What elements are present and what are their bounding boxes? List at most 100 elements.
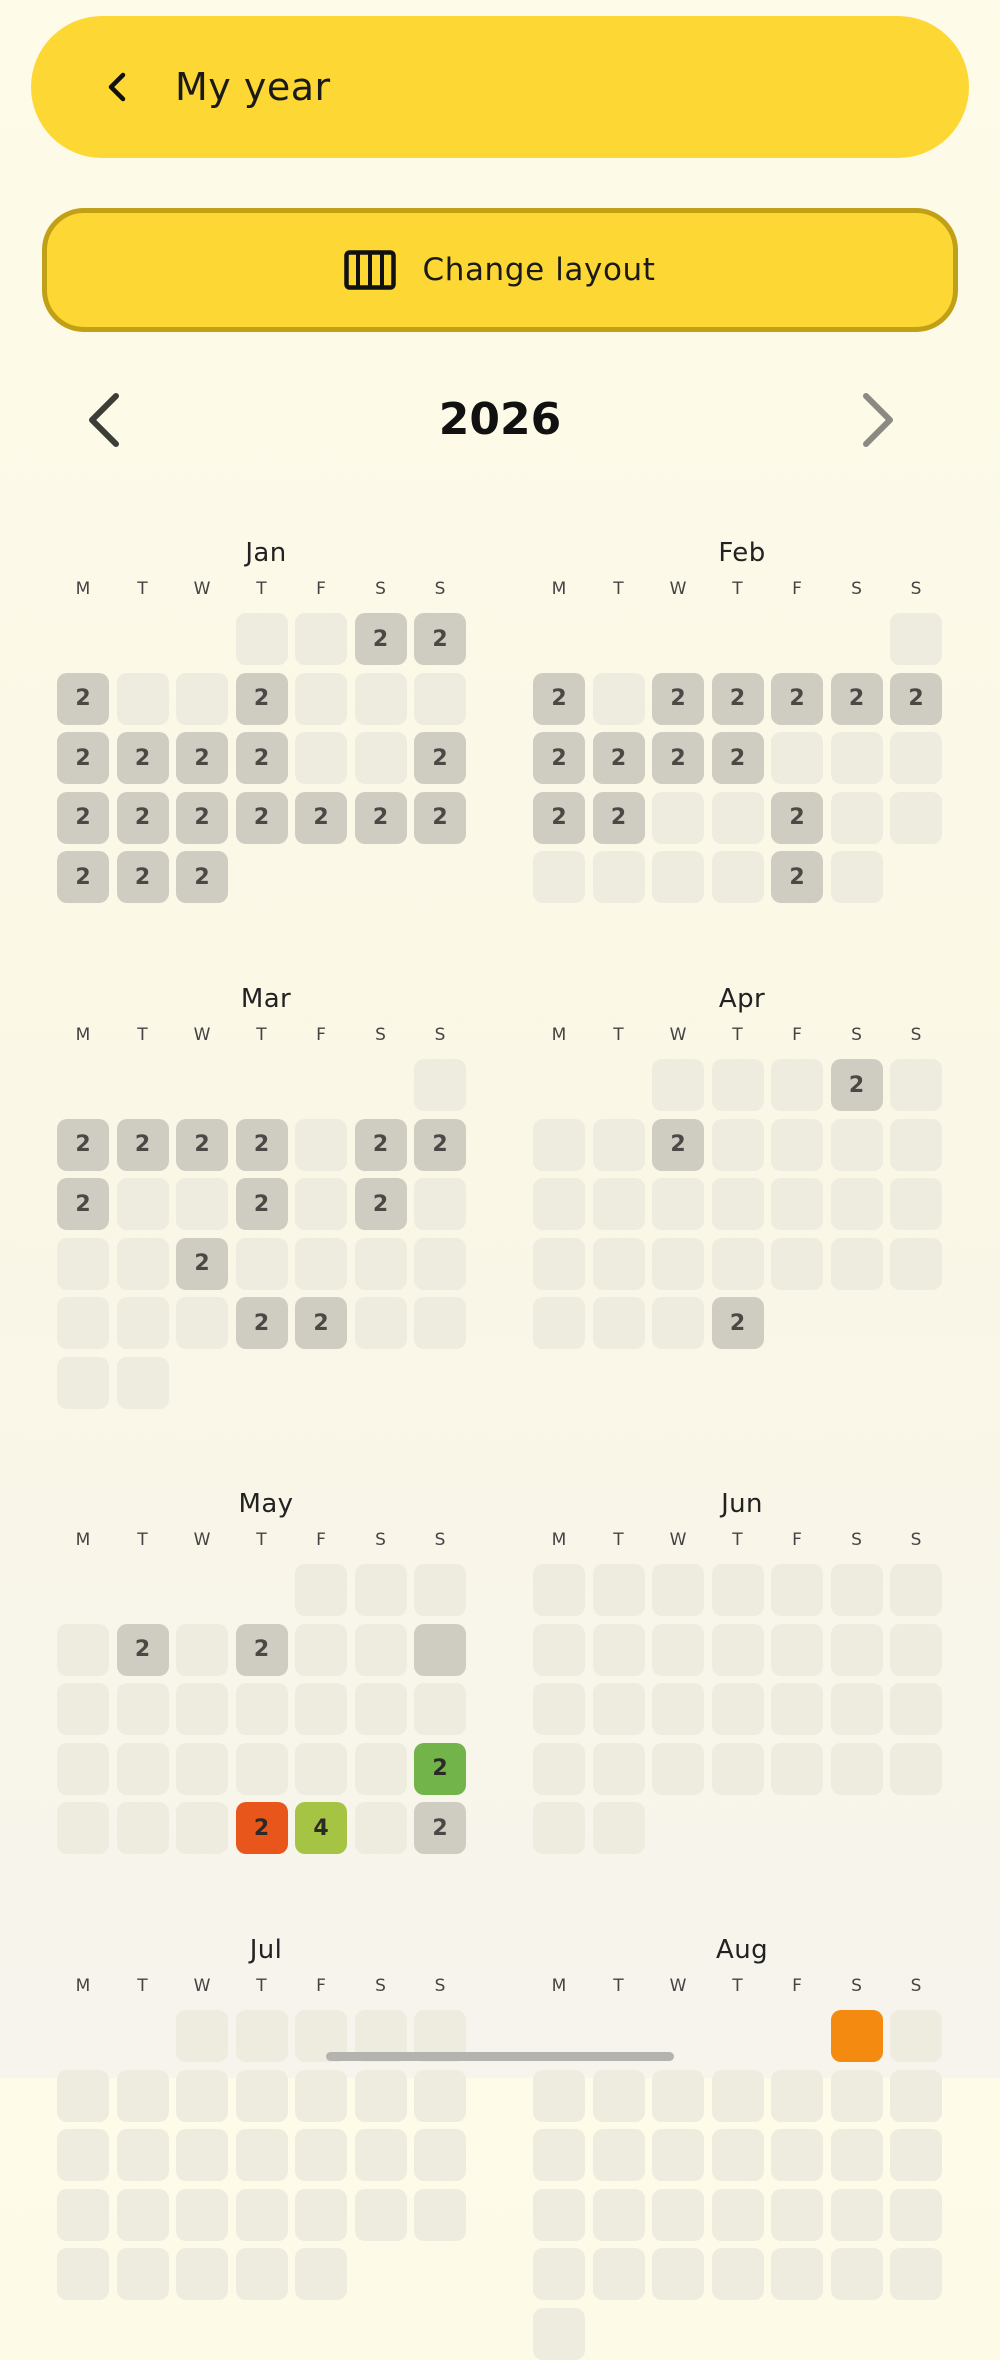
day-cell[interactable] — [414, 1297, 466, 1349]
day-cell[interactable] — [57, 2188, 109, 2241]
day-cell[interactable] — [830, 732, 883, 784]
day-cell[interactable] — [592, 2129, 645, 2181]
day-cell[interactable]: 2 — [592, 791, 645, 844]
day-cell[interactable] — [771, 1742, 823, 1795]
day-cell[interactable] — [652, 1059, 704, 1111]
previous-year-button[interactable] — [80, 390, 130, 450]
day-cell[interactable] — [295, 1683, 347, 1735]
day-cell[interactable] — [235, 2248, 288, 2300]
day-cell[interactable] — [890, 1564, 942, 1616]
day-cell[interactable] — [295, 1623, 347, 1676]
day-cell[interactable]: 2 — [354, 1178, 407, 1230]
day-cell[interactable]: 2 — [57, 791, 109, 844]
day-cell[interactable] — [295, 1178, 347, 1230]
day-cell[interactable]: 2 — [235, 732, 288, 784]
day-cell[interactable] — [235, 1683, 288, 1735]
day-cell[interactable] — [592, 1623, 645, 1676]
day-cell[interactable] — [414, 1237, 466, 1290]
day-cell[interactable] — [414, 1623, 466, 1676]
day-cell[interactable] — [652, 1683, 704, 1735]
day-cell[interactable] — [711, 1742, 764, 1795]
day-cell[interactable] — [652, 1178, 704, 1230]
day-cell[interactable]: 2 — [176, 1118, 228, 1171]
day-cell[interactable] — [295, 2248, 347, 2300]
day-cell[interactable]: 2 — [830, 672, 883, 725]
day-cell[interactable] — [414, 672, 466, 725]
day-cell[interactable] — [176, 1802, 228, 1854]
day-cell[interactable]: 2 — [176, 791, 228, 844]
day-cell[interactable] — [235, 2010, 288, 2062]
day-cell[interactable] — [533, 2307, 585, 2360]
day-cell[interactable] — [592, 1802, 645, 1854]
day-cell[interactable]: 2 — [354, 613, 407, 665]
day-cell[interactable] — [890, 732, 942, 784]
day-cell[interactable] — [830, 1237, 883, 1290]
day-cell[interactable] — [830, 1178, 883, 1230]
day-cell[interactable]: 2 — [652, 732, 704, 784]
day-cell[interactable] — [592, 1564, 645, 1616]
day-cell[interactable] — [354, 1623, 407, 1676]
day-cell[interactable] — [414, 1059, 466, 1111]
day-cell[interactable] — [830, 2248, 883, 2300]
day-cell[interactable]: 2 — [116, 1118, 169, 1171]
day-cell[interactable] — [533, 1297, 585, 1349]
day-cell[interactable] — [354, 732, 407, 784]
day-cell[interactable] — [116, 2069, 169, 2122]
day-cell[interactable] — [57, 1802, 109, 1854]
day-cell[interactable] — [57, 2248, 109, 2300]
day-cell[interactable] — [354, 2129, 407, 2181]
day-cell[interactable] — [235, 2129, 288, 2181]
day-cell[interactable] — [652, 2129, 704, 2181]
day-cell[interactable]: 2 — [771, 791, 823, 844]
day-cell[interactable] — [176, 1623, 228, 1676]
day-cell[interactable] — [295, 1237, 347, 1290]
day-cell[interactable] — [711, 1059, 764, 1111]
day-cell[interactable] — [354, 1237, 407, 1290]
day-cell[interactable] — [533, 2248, 585, 2300]
day-cell[interactable] — [652, 1623, 704, 1676]
day-cell[interactable] — [176, 1742, 228, 1795]
next-year-button[interactable] — [852, 390, 902, 450]
day-cell[interactable]: 2 — [414, 1802, 466, 1854]
day-cell[interactable] — [533, 1178, 585, 1230]
day-cell[interactable] — [116, 2129, 169, 2181]
day-cell[interactable] — [354, 1742, 407, 1795]
day-cell[interactable] — [176, 2188, 228, 2241]
day-cell[interactable] — [830, 1623, 883, 1676]
day-cell[interactable] — [57, 1683, 109, 1735]
day-cell[interactable] — [354, 2069, 407, 2122]
day-cell[interactable] — [235, 613, 288, 665]
day-cell[interactable] — [176, 2069, 228, 2122]
day-cell[interactable] — [711, 1683, 764, 1735]
day-cell[interactable]: 2 — [57, 672, 109, 725]
day-cell[interactable]: 4 — [295, 1802, 347, 1854]
day-cell[interactable]: 2 — [771, 672, 823, 725]
day-cell[interactable] — [116, 1237, 169, 1290]
day-cell[interactable]: 2 — [711, 672, 764, 725]
day-cell[interactable]: 2 — [414, 1118, 466, 1171]
day-cell[interactable] — [295, 2188, 347, 2241]
day-cell[interactable] — [592, 1237, 645, 1290]
day-cell[interactable] — [771, 2248, 823, 2300]
day-cell[interactable] — [57, 2069, 109, 2122]
day-cell[interactable]: 2 — [533, 791, 585, 844]
day-cell[interactable] — [235, 2069, 288, 2122]
day-cell[interactable] — [533, 1237, 585, 1290]
day-cell[interactable]: 2 — [414, 613, 466, 665]
day-cell[interactable]: 2 — [57, 732, 109, 784]
day-cell[interactable] — [652, 2248, 704, 2300]
day-cell[interactable] — [652, 2069, 704, 2122]
day-cell[interactable]: 2 — [711, 1297, 764, 1349]
day-cell[interactable] — [652, 1564, 704, 1616]
day-cell[interactable] — [771, 2129, 823, 2181]
day-cell[interactable]: 2 — [890, 672, 942, 725]
day-cell[interactable] — [830, 2069, 883, 2122]
day-cell[interactable] — [771, 2069, 823, 2122]
day-cell[interactable]: 2 — [57, 1178, 109, 1230]
day-cell[interactable] — [830, 791, 883, 844]
day-cell[interactable] — [711, 1237, 764, 1290]
day-cell[interactable]: 2 — [652, 672, 704, 725]
day-cell[interactable] — [711, 851, 764, 903]
day-cell[interactable] — [830, 1742, 883, 1795]
day-cell[interactable]: 2 — [711, 732, 764, 784]
